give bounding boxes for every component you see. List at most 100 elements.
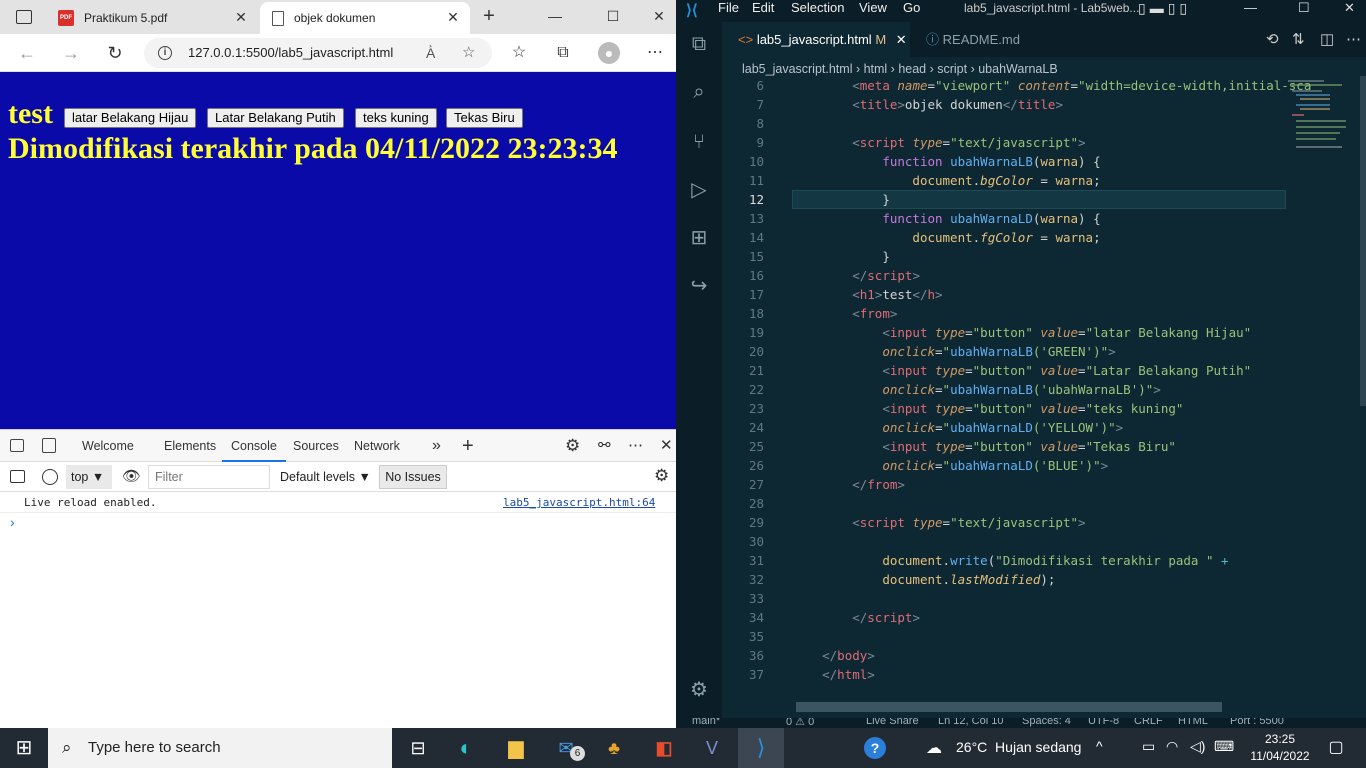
settings-gear-icon[interactable]: ⚙ bbox=[565, 430, 580, 462]
inspect-icon[interactable] bbox=[10, 439, 24, 452]
clear-console-icon[interactable] bbox=[42, 469, 58, 485]
back-button[interactable]: ← bbox=[16, 42, 38, 64]
maximize-button[interactable]: ☐ bbox=[1298, 0, 1310, 16]
windows-start-icon[interactable]: ⊞ bbox=[10, 734, 38, 762]
editor-tab-readme[interactable]: ⓘ README.md bbox=[912, 22, 1052, 57]
search-icon[interactable]: ⌕ bbox=[687, 80, 711, 104]
live-share-icon[interactable]: ↪ bbox=[687, 274, 711, 298]
encoding-status[interactable]: UTF-8 bbox=[1088, 718, 1119, 727]
port-status[interactable]: Port : 5500 bbox=[1230, 718, 1284, 727]
tab-network[interactable]: Network bbox=[354, 430, 400, 462]
white-background-button[interactable]: Latar Belakang Putih bbox=[207, 108, 344, 128]
context-select[interactable]: top ▼ bbox=[66, 465, 112, 489]
issues-button[interactable]: No Issues bbox=[379, 465, 447, 489]
browser-tab-active[interactable]: objek dokumen ✕ bbox=[260, 2, 470, 34]
tab-elements[interactable]: Elements bbox=[164, 430, 216, 462]
close-icon[interactable]: ✕ bbox=[446, 10, 460, 24]
minimap[interactable] bbox=[1286, 76, 1354, 156]
menu-selection[interactable]: Selection bbox=[791, 0, 844, 16]
editor-tab-active[interactable]: <> lab5_javascript.html M ✕ bbox=[722, 22, 910, 57]
refresh-button[interactable]: ↻ bbox=[104, 42, 126, 64]
help-icon[interactable]: ? bbox=[864, 737, 886, 759]
forward-button[interactable]: → bbox=[60, 42, 82, 64]
layout-icons[interactable]: ▯▬▯▯ bbox=[1138, 0, 1191, 17]
file-explorer-icon[interactable]: ▆ bbox=[502, 734, 530, 762]
message-source-link[interactable]: lab5_javascript.html:64 bbox=[503, 493, 655, 513]
split-editor-icon[interactable]: ◫ bbox=[1320, 30, 1334, 48]
menu-view[interactable]: View bbox=[859, 0, 887, 16]
customize-icon[interactable]: ⚯ bbox=[598, 430, 611, 462]
game-app-icon[interactable]: ♣ bbox=[600, 734, 628, 762]
extensions-icon[interactable]: ⊞ bbox=[687, 226, 711, 250]
read-aloud-icon[interactable]: A͐ bbox=[426, 38, 435, 68]
visual-studio-icon[interactable]: V bbox=[698, 734, 726, 762]
weather-icon[interactable]: ☁ bbox=[926, 738, 942, 758]
eol-status[interactable]: CRLF bbox=[1134, 718, 1163, 727]
explorer-icon[interactable]: ⧉ bbox=[687, 32, 711, 56]
console-prompt-icon[interactable]: › bbox=[10, 514, 15, 530]
show-hidden-icons-icon[interactable]: ^ bbox=[1096, 738, 1103, 754]
timeline-icon[interactable]: ⟲ bbox=[1266, 30, 1279, 48]
yellow-text-button[interactable]: teks kuning bbox=[355, 108, 437, 128]
favorite-star-icon[interactable]: ☆ bbox=[462, 38, 475, 68]
collections-icon[interactable]: ⧉ bbox=[552, 42, 574, 64]
minimize-button[interactable]: — bbox=[1244, 0, 1257, 15]
close-window-button[interactable]: ✕ bbox=[644, 4, 674, 28]
vertical-scrollbar[interactable] bbox=[1360, 76, 1366, 406]
battery-icon[interactable]: ▭ bbox=[1142, 738, 1155, 755]
close-devtools-icon[interactable]: ✕ bbox=[660, 430, 673, 462]
vscode-taskbar-icon[interactable]: ⟩ bbox=[738, 728, 784, 768]
cursor-position[interactable]: Ln 12, Col 10 bbox=[938, 718, 1003, 727]
system-clock[interactable]: 23:25 11/04/2022 bbox=[1244, 731, 1316, 765]
tab-sources[interactable]: Sources bbox=[293, 430, 339, 462]
horizontal-scrollbar[interactable] bbox=[796, 702, 1222, 712]
breadcrumb-item[interactable]: lab5_javascript.html bbox=[742, 62, 852, 76]
browser-tab-pdf[interactable]: PDF Praktikum 5.pdf ✕ bbox=[46, 2, 258, 34]
tab-welcome[interactable]: Welcome bbox=[82, 430, 134, 462]
tab-actions-icon[interactable] bbox=[16, 10, 32, 24]
info-icon[interactable]: i bbox=[158, 46, 172, 60]
weather-text[interactable]: 26°C Hujan sedang bbox=[956, 739, 1081, 755]
language-status[interactable]: HTML bbox=[1178, 718, 1208, 727]
new-tab-button[interactable]: + bbox=[478, 6, 500, 28]
close-icon[interactable]: ✕ bbox=[234, 10, 248, 24]
menu-edit[interactable]: Edit bbox=[752, 0, 774, 16]
more-options-icon[interactable]: ⋯ bbox=[644, 42, 666, 64]
branch-status[interactable]: main* bbox=[692, 718, 720, 727]
more-options-icon[interactable]: ⋯ bbox=[628, 430, 643, 462]
menu-file[interactable]: File bbox=[718, 0, 739, 16]
problems-status[interactable]: 0 ⚠ 0 bbox=[786, 718, 814, 728]
breadcrumb-item[interactable]: head bbox=[898, 62, 926, 76]
more-tabs-icon[interactable]: » bbox=[432, 430, 441, 462]
manage-gear-icon[interactable]: ⚙ bbox=[687, 678, 711, 702]
green-background-button[interactable]: latar Belakang Hijau bbox=[64, 108, 197, 128]
sidebar-toggle-icon[interactable] bbox=[10, 470, 25, 483]
close-window-button[interactable]: ✕ bbox=[1344, 0, 1355, 16]
mail-icon[interactable]: ✉ 6 bbox=[552, 734, 585, 762]
log-levels-select[interactable]: Default levels ▼ bbox=[280, 465, 371, 489]
live-share-status[interactable]: Live Share bbox=[866, 718, 919, 727]
breadcrumb-item[interactable]: script bbox=[937, 62, 967, 76]
live-expression-eye-icon[interactable]: 👁 bbox=[122, 467, 141, 485]
maximize-button[interactable]: ☐ bbox=[598, 4, 628, 28]
keyboard-icon[interactable]: ⌨ bbox=[1214, 738, 1234, 755]
volume-icon[interactable]: ◁) bbox=[1190, 738, 1205, 755]
breadcrumb-item[interactable]: html bbox=[864, 62, 888, 76]
office-icon[interactable]: ◧ bbox=[650, 734, 678, 762]
edge-icon[interactable]: ◐ bbox=[452, 734, 480, 762]
device-toolbar-icon[interactable] bbox=[42, 438, 56, 453]
menu-go[interactable]: Go bbox=[903, 0, 920, 16]
task-view-icon[interactable]: ⊟ bbox=[404, 734, 432, 762]
tab-console[interactable]: Console bbox=[222, 430, 286, 462]
notifications-icon[interactable]: ▢ bbox=[1322, 734, 1350, 762]
breadcrumb-item[interactable]: ubahWarnaLB bbox=[978, 62, 1057, 76]
indentation-status[interactable]: Spaces: 4 bbox=[1022, 718, 1071, 727]
blue-text-button[interactable]: Tekas Biru bbox=[446, 108, 523, 128]
minimize-button[interactable]: — bbox=[540, 4, 570, 28]
taskbar-search[interactable]: ⌕ Type here to search bbox=[48, 728, 392, 768]
console-settings-gear-icon[interactable]: ⚙ bbox=[654, 466, 669, 486]
source-control-icon[interactable]: ⑂ bbox=[687, 130, 711, 154]
more-actions-icon[interactable]: ⋯ bbox=[1346, 30, 1361, 48]
compare-icon[interactable]: ⇅ bbox=[1292, 30, 1305, 48]
filter-input[interactable]: Filter bbox=[148, 465, 270, 489]
